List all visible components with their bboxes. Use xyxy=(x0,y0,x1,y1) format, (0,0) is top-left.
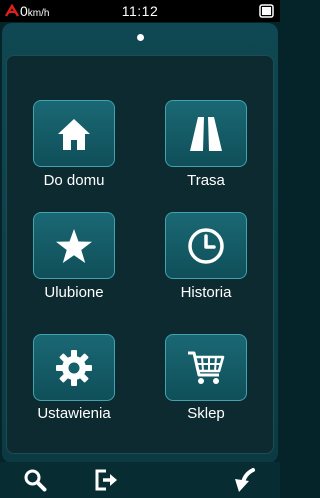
history-button[interactable] xyxy=(165,212,247,279)
back-button[interactable] xyxy=(214,466,274,494)
home-label: Do domu xyxy=(43,172,105,189)
route-button[interactable] xyxy=(165,100,247,167)
shopping-cart-icon xyxy=(188,351,225,384)
shop-button[interactable] xyxy=(165,334,247,401)
star-icon xyxy=(56,228,92,263)
status-bar: 0km/h 11:12 xyxy=(0,0,280,22)
history-label: Historia xyxy=(180,284,232,301)
settings-label: Ustawienia xyxy=(37,405,111,422)
shop-label: Sklep xyxy=(187,405,225,422)
status-time: 11:12 xyxy=(121,3,159,19)
favorites-label: Ulubione xyxy=(44,284,104,301)
favorites-button[interactable] xyxy=(33,212,115,279)
clock-icon xyxy=(188,227,224,264)
exit-button[interactable] xyxy=(77,466,137,494)
settings-button[interactable] xyxy=(33,334,115,401)
home-icon xyxy=(58,118,90,150)
gear-icon xyxy=(56,349,92,386)
home-button[interactable] xyxy=(33,100,115,167)
route-label: Trasa xyxy=(187,172,225,189)
search-button[interactable] xyxy=(5,466,65,494)
search-icon xyxy=(24,469,47,492)
page-indicator-dot xyxy=(137,34,144,41)
back-icon xyxy=(235,468,255,492)
road-icon xyxy=(190,116,222,151)
bottom-toolbar xyxy=(0,462,280,498)
exit-icon xyxy=(95,469,117,491)
battery-icon xyxy=(259,4,274,18)
